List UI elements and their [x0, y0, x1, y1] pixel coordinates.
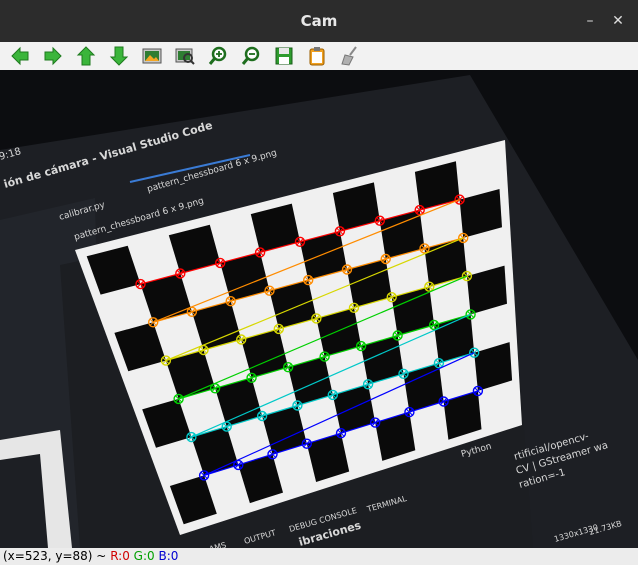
clipboard-button[interactable]	[306, 45, 328, 67]
zoom-in-icon	[208, 46, 227, 65]
cam-window: Cam – ✕ 9:18 ión de cámara - Visual Stud…	[0, 0, 638, 565]
toolbar	[0, 42, 638, 71]
clipboard-icon	[309, 47, 325, 66]
back-button[interactable]	[9, 45, 31, 67]
image-zoom-icon	[175, 48, 195, 65]
up-button[interactable]	[75, 45, 97, 67]
arrow-left-icon	[11, 46, 29, 66]
cursor-coords: (x=523, y=88) ~	[3, 549, 107, 563]
window-title: Cam	[300, 12, 338, 30]
broom-icon	[341, 46, 357, 66]
status-bar: (x=523, y=88) ~ R:0 G:0 B:0	[0, 548, 638, 565]
down-button[interactable]	[108, 45, 130, 67]
save-button[interactable]	[273, 45, 295, 67]
green-value: G:0	[133, 549, 155, 563]
camera-frame: 9:18ión de cámara - Visual Studio Codeca…	[0, 75, 638, 548]
zoom-in-button[interactable]	[207, 45, 229, 67]
image-button[interactable]	[141, 45, 163, 67]
zoom-out-icon	[241, 46, 260, 65]
image-icon	[142, 48, 162, 64]
close-button[interactable]: ✕	[608, 11, 628, 31]
image-zoom-button[interactable]	[174, 45, 196, 67]
save-icon	[275, 47, 293, 65]
camera-view[interactable]: 9:18 ión de cámara - Visual Studio Code ca…	[0, 70, 638, 548]
minimize-button[interactable]: –	[580, 11, 600, 31]
arrow-up-icon	[76, 46, 96, 66]
arrow-down-icon	[109, 46, 129, 66]
clear-button[interactable]	[339, 45, 361, 67]
title-bar: Cam – ✕	[0, 0, 638, 42]
zoom-out-button[interactable]	[240, 45, 262, 67]
forward-button[interactable]	[42, 45, 64, 67]
blue-value: B:0	[158, 549, 179, 563]
dark-region	[0, 454, 48, 548]
red-value: R:0	[110, 549, 130, 563]
arrow-right-icon	[44, 46, 62, 66]
